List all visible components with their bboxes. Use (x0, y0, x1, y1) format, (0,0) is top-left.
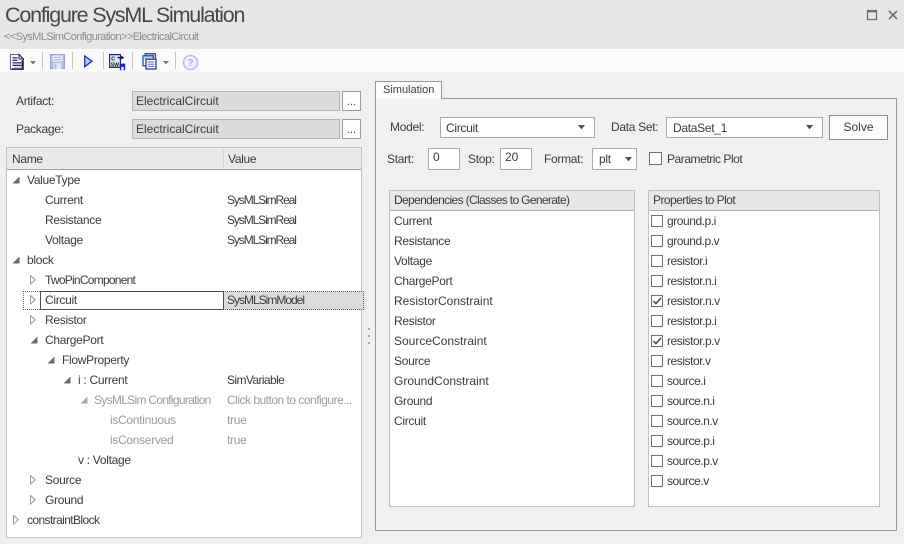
svg-text:?: ? (188, 58, 194, 69)
svg-text:SW: SW (111, 62, 119, 68)
